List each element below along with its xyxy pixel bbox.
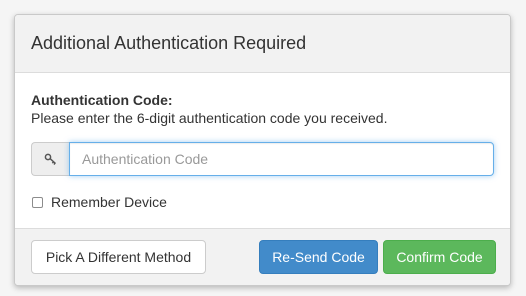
- key-icon-svg: [44, 153, 56, 165]
- modal-body: Authentication Code: Please enter the 6-…: [15, 73, 510, 235]
- modal-header: Additional Authentication Required: [15, 15, 510, 73]
- remember-device-label[interactable]: Remember Device: [51, 194, 167, 210]
- pick-different-method-button[interactable]: Pick A Different Method: [31, 240, 206, 274]
- confirm-code-button[interactable]: Confirm Code: [383, 240, 496, 274]
- authentication-code-input[interactable]: [69, 142, 494, 176]
- remember-device-checkbox[interactable]: [32, 196, 43, 208]
- modal-footer: Pick A Different Method Re-Send Code Con…: [15, 228, 510, 285]
- resend-code-button[interactable]: Re-Send Code: [259, 240, 378, 274]
- code-input-group: [31, 142, 494, 176]
- instructions-text: Please enter the 6-digit authentication …: [31, 110, 388, 126]
- modal-title: Additional Authentication Required: [31, 33, 307, 53]
- key-icon: [31, 142, 69, 176]
- code-label: Authentication Code:: [31, 92, 173, 108]
- auth-modal: Additional Authentication Required Authe…: [14, 14, 511, 286]
- remember-device-row[interactable]: Remember Device: [31, 194, 494, 210]
